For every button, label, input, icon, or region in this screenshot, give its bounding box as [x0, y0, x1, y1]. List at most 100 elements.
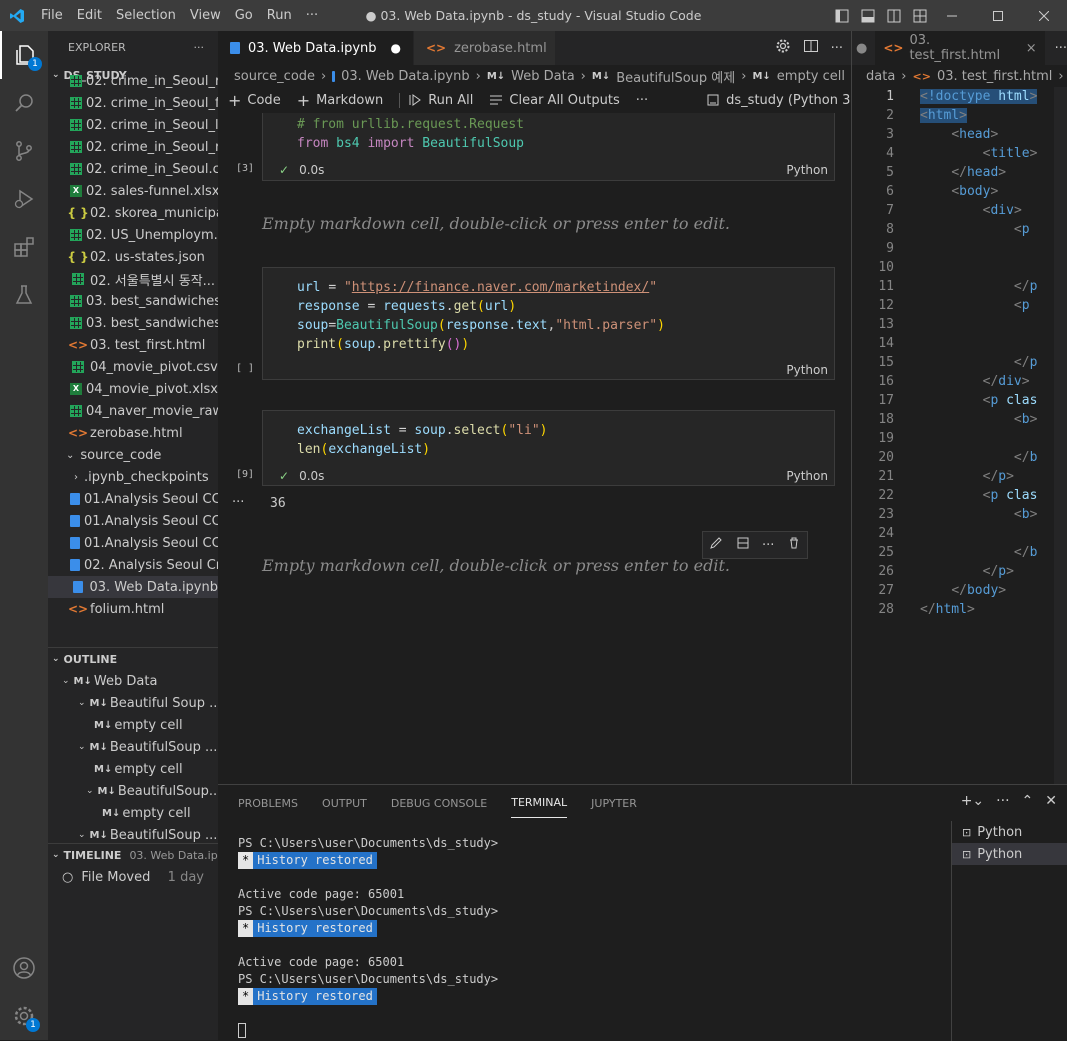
cell-code[interactable]: url = "https://finance.naver.com/marketi…	[263, 268, 834, 354]
output-more-icon[interactable]: ···	[232, 495, 244, 510]
code-view[interactable]: 1 2 3 4 5 6 7 8 9 10 11 12 13 14 15 16 17 18 19 20 21 22 23 24 2…	[852, 87, 1067, 784]
tab-jupyter[interactable]: JUPYTER	[591, 789, 637, 818]
split-editor-icon[interactable]	[803, 38, 819, 58]
scrollbar[interactable]	[1054, 87, 1067, 784]
outline-item[interactable]: M↓ empty cell	[48, 802, 218, 824]
menu-go[interactable]: Go	[228, 0, 260, 31]
file-item[interactable]: 02. Analysis Seoul Cr...	[48, 554, 218, 576]
file-item[interactable]: 02. crime_in_Seoul_r...	[48, 136, 218, 158]
tab-test-first[interactable]: <> 03. test_first.html ×	[875, 31, 1045, 65]
edit-pencil-icon[interactable]	[709, 536, 723, 554]
minimize-icon[interactable]	[929, 0, 975, 31]
cell-language[interactable]: Python	[786, 163, 828, 177]
html-source[interactable]: <!doctype html> <html> <head> <title> </…	[920, 87, 1038, 619]
file-item[interactable]: 02. crime_in_Seoul.csv	[48, 158, 218, 180]
cell-language[interactable]: Python	[786, 469, 828, 483]
breadcrumb-item[interactable]: 03. test_first.html	[937, 69, 1052, 84]
file-item[interactable]: X 04_movie_pivot.xlsx	[48, 378, 218, 400]
file-item[interactable]: 01.Analysis Seoul CC...	[48, 488, 218, 510]
gear-icon[interactable]	[775, 38, 791, 58]
tab-zerobase[interactable]: <> zerobase.html	[414, 31, 556, 65]
testing-icon[interactable]	[0, 271, 48, 319]
menu-view[interactable]: View	[183, 0, 228, 31]
breadcrumb-item[interactable]: source_code	[234, 69, 315, 84]
menu-run[interactable]: Run	[260, 0, 299, 31]
tab-output[interactable]: OUTPUT	[322, 789, 367, 818]
toggle-secondary-sidebar-icon[interactable]	[881, 0, 907, 31]
outline-item[interactable]: ⌄ M↓ Web Data	[48, 670, 218, 692]
tab-web-data[interactable]: 03. Web Data.ipynb ●	[218, 31, 414, 65]
close-panel-icon[interactable]: ✕	[1045, 793, 1057, 809]
accounts-icon[interactable]	[0, 944, 48, 992]
folder-source-code[interactable]: ⌄ source_code	[48, 444, 218, 466]
timeline-header[interactable]: ⌄TIMELINE 03. Web Data.ipy...	[48, 844, 218, 866]
cell-code[interactable]: # from urllib.request.Request from bs4 i…	[263, 113, 834, 153]
tab-debug-console[interactable]: DEBUG CONSOLE	[391, 789, 487, 818]
add-markdown-cell-button[interactable]: + Markdown	[297, 91, 384, 110]
cell-code[interactable]: exchangeList = soup.select("li") len(exc…	[263, 411, 834, 459]
outline-item[interactable]: M↓ empty cell	[48, 758, 218, 780]
clear-outputs-button[interactable]: Clear All Outputs	[489, 93, 620, 108]
breadcrumb-item[interactable]: Web Data	[511, 69, 575, 84]
delete-trash-icon[interactable]	[787, 536, 801, 554]
explorer-icon[interactable]: 1	[0, 31, 48, 79]
code-cell-3[interactable]: exchangeList = soup.select("li") len(exc…	[262, 410, 835, 486]
file-item[interactable]: 02. crime_in_Seoul_l...	[48, 114, 218, 136]
toolbar-more-icon[interactable]: ···	[636, 93, 648, 108]
terminal-item[interactable]: ⊡ Python	[952, 821, 1067, 843]
timeline-item[interactable]: ○ File Moved 1 day	[48, 866, 218, 888]
breadcrumb-item[interactable]: 03. Web Data.ipynb	[341, 69, 470, 84]
unsaved-dot-icon[interactable]: ●	[391, 41, 401, 55]
markdown-cell-2[interactable]: Empty markdown cell, double-click or pre…	[262, 556, 730, 575]
panel-more-icon[interactable]: ···	[996, 793, 1009, 809]
outline-item[interactable]: ⌄ M↓ BeautifulSoup...	[48, 780, 218, 802]
markdown-cell-1[interactable]: Empty markdown cell, double-click or pre…	[262, 214, 730, 233]
search-icon[interactable]	[0, 79, 48, 127]
more-actions-icon[interactable]: ···	[1055, 41, 1067, 56]
file-item[interactable]: <> 03. test_first.html	[48, 334, 218, 356]
file-item[interactable]: 02. US_Unemploym...	[48, 224, 218, 246]
source-control-icon[interactable]	[0, 127, 48, 175]
close-tab-icon[interactable]: ×	[1026, 41, 1037, 56]
run-all-button[interactable]: Run All	[399, 92, 473, 108]
code-cell-2[interactable]: url = "https://finance.naver.com/marketi…	[262, 267, 835, 380]
outline-header[interactable]: ⌄ OUTLINE	[48, 648, 218, 670]
code-cell-1[interactable]: # from urllib.request.Request from bs4 i…	[262, 113, 835, 181]
file-item[interactable]: 04_naver_movie_raw...	[48, 400, 218, 422]
file-item[interactable]: 01.Analysis Seoul CC...	[48, 510, 218, 532]
file-item[interactable]: 02. 서울특별시 동작...	[48, 268, 218, 290]
tab-problems[interactable]: PROBLEMS	[238, 789, 298, 818]
file-item[interactable]: { }02. skorea_municipa...	[48, 202, 218, 224]
file-item[interactable]: <> folium.html	[48, 598, 218, 620]
more-actions-icon[interactable]: ···	[831, 41, 843, 56]
cell-more-icon[interactable]: ···	[762, 538, 774, 553]
manage-gear-icon[interactable]: 1	[0, 992, 48, 1040]
file-item[interactable]: 04_movie_pivot.csv	[48, 356, 218, 378]
tab-terminal[interactable]: TERMINAL	[511, 788, 568, 818]
menu-file[interactable]: File	[34, 0, 70, 31]
explorer-more-icon[interactable]: ···	[194, 41, 205, 54]
close-window-icon[interactable]	[1021, 0, 1067, 31]
menu-more[interactable]: ···	[299, 0, 325, 31]
run-debug-icon[interactable]	[0, 175, 48, 223]
breadcrumb-item[interactable]: BeautifulSoup 예제	[616, 67, 735, 86]
new-terminal-icon[interactable]: +⌄	[961, 793, 984, 809]
breadcrumb-item[interactable]: empty cell	[777, 69, 845, 84]
add-code-cell-button[interactable]: + Code	[228, 91, 281, 110]
outline-item[interactable]: M↓ empty cell	[48, 714, 218, 736]
file-item[interactable]: { } 02. us-states.json	[48, 246, 218, 268]
toggle-panel-icon[interactable]	[855, 0, 881, 31]
extensions-icon[interactable]	[0, 223, 48, 271]
file-item[interactable]: 03. best_sandwiches...	[48, 290, 218, 312]
menu-selection[interactable]: Selection	[109, 0, 183, 31]
menu-edit[interactable]: Edit	[70, 0, 109, 31]
folder-ipynb-checkpoints[interactable]: › .ipynb_checkpoints	[48, 466, 218, 488]
file-item[interactable]: 02. crime_in_Seoul_fi...	[48, 92, 218, 114]
file-item[interactable]: 01.Analysis Seoul CC...	[48, 532, 218, 554]
breadcrumb-item[interactable]: data	[866, 69, 895, 84]
terminal-item[interactable]: ⊡ Python	[952, 843, 1067, 865]
file-item[interactable]: 03. Web Data.ipynb	[48, 576, 218, 598]
toggle-sidebar-icon[interactable]	[829, 0, 855, 31]
file-item[interactable]: X 02. sales-funnel.xlsx	[48, 180, 218, 202]
maximize-icon[interactable]	[975, 0, 1021, 31]
